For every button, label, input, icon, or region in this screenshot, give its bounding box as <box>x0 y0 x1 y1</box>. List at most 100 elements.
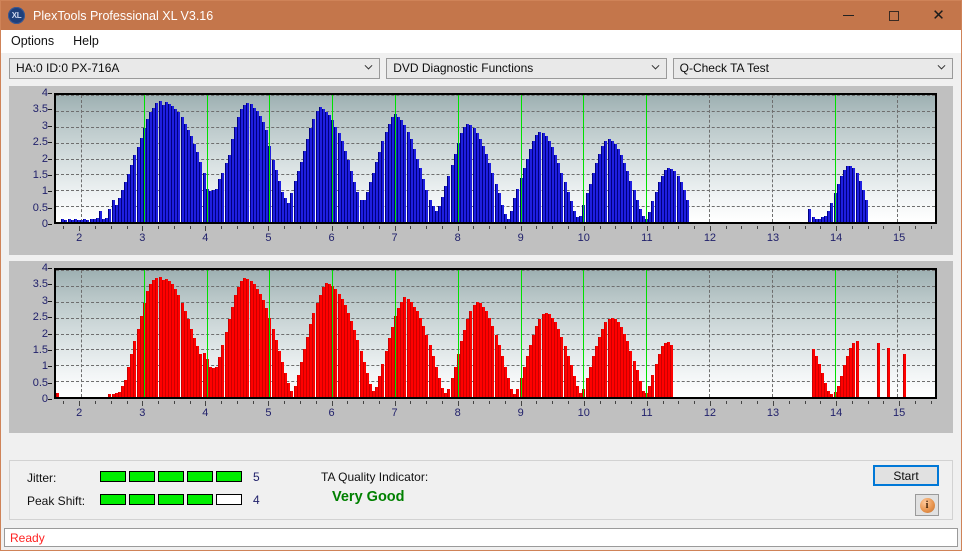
x-axis-tick-minor <box>914 401 916 404</box>
x-axis-tick-minor <box>410 226 412 229</box>
x-axis-tick-minor <box>441 226 443 229</box>
x-axis-tick-minor <box>536 226 538 229</box>
x-axis-tick-minor <box>741 401 743 404</box>
start-button[interactable]: Start <box>873 465 939 486</box>
menu-item-help[interactable]: Help <box>70 32 108 51</box>
x-axis-tick-major <box>268 401 270 406</box>
peak-shift-value: 4 <box>253 493 260 507</box>
x-axis-tick-major <box>205 226 207 231</box>
x-axis-tick-label: 7 <box>391 407 398 419</box>
x-axis-tick-major <box>583 401 585 406</box>
info-button[interactable]: i <box>915 494 939 516</box>
marker-line <box>395 95 397 222</box>
bar-series <box>56 95 935 222</box>
y-axis-tick <box>48 366 52 368</box>
x-axis-tick-minor <box>552 401 554 404</box>
x-axis-tick-major <box>646 226 648 231</box>
x-axis-tick-minor <box>173 401 175 404</box>
x-axis-tick-minor <box>94 226 96 229</box>
window-controls: ✕ <box>826 1 961 30</box>
meter-segment <box>158 471 184 482</box>
x-axis-tick-label: 7 <box>391 232 398 244</box>
status-bar: Ready <box>4 528 958 547</box>
x-axis-tick-minor <box>725 401 727 404</box>
x-axis-tick-minor <box>631 226 633 229</box>
jitter-chart-x-axis: 2 3 4 5 6 7 8 9 10 11 12 13 14 15 <box>54 226 937 250</box>
x-axis-tick-minor <box>757 226 759 229</box>
x-axis-tick-minor <box>615 226 617 229</box>
x-axis-tick-label: 11 <box>641 232 653 244</box>
x-axis-tick-label: 10 <box>577 232 590 244</box>
x-axis-tick-label: 10 <box>577 407 590 419</box>
menu-item-options[interactable]: Options <box>8 32 63 51</box>
bar <box>877 343 881 397</box>
meter-segment <box>158 494 184 505</box>
x-axis-tick-minor <box>126 226 128 229</box>
meter-segment <box>129 494 155 505</box>
test-select-value: Q-Check TA Test <box>679 61 769 75</box>
x-axis-tick-minor <box>63 401 65 404</box>
x-axis-tick-major <box>394 401 396 406</box>
x-axis-tick-label: 13 <box>766 407 780 419</box>
x-axis-tick-label: 14 <box>829 232 843 244</box>
y-axis-tick <box>48 268 52 269</box>
peak-shift-chart-panel: 0 0.5 1 1.5 2 2.5 3 3.5 4 2 3 4 5 6 7 8 9 10 11 12 13 14 15 <box>9 261 953 433</box>
jitter-meter <box>100 471 242 482</box>
y-axis-tick <box>48 93 52 94</box>
marker-line <box>332 270 334 397</box>
title-bar: XL PlexTools Professional XL V3.16 ✕ <box>1 1 961 30</box>
bar <box>902 354 906 397</box>
x-axis-tick-minor <box>930 226 932 229</box>
bar-series <box>56 270 935 397</box>
y-axis-tick-label: 3.5 <box>32 103 48 116</box>
x-axis-tick-minor <box>568 401 570 404</box>
x-axis-tick-minor <box>252 226 254 229</box>
x-axis-tick-minor <box>552 226 554 229</box>
x-axis-tick-label: 2 <box>76 232 83 244</box>
x-axis-tick-minor <box>489 401 491 404</box>
function-select-value: DVD Diagnostic Functions <box>393 61 534 75</box>
x-axis-tick-label: 4 <box>202 407 209 419</box>
x-axis-tick-major <box>79 401 81 406</box>
maximize-button[interactable] <box>871 1 916 30</box>
window-title: PlexTools Professional XL V3.16 <box>33 8 214 23</box>
x-axis-tick-minor <box>347 226 349 229</box>
peak-shift-chart-y-axis: 0 0.5 1 1.5 2 2.5 3 3.5 4 <box>9 262 52 405</box>
marker-line <box>143 95 145 222</box>
x-axis-tick-minor <box>363 401 365 404</box>
x-axis-tick-minor <box>173 226 175 229</box>
x-axis-tick-major <box>394 226 396 231</box>
x-axis-tick-minor <box>473 226 475 229</box>
x-axis-tick-label: 8 <box>454 232 461 244</box>
bar <box>886 347 890 397</box>
close-button[interactable]: ✕ <box>916 1 961 30</box>
y-axis-tick-label: 0.5 <box>32 376 48 389</box>
bar <box>864 199 868 222</box>
x-axis-tick-minor <box>110 226 112 229</box>
bar <box>685 199 689 222</box>
function-select[interactable]: DVD Diagnostic Functions <box>386 57 667 79</box>
x-axis-tick-minor <box>110 401 112 404</box>
minimize-button[interactable] <box>826 1 871 30</box>
x-axis-tick-minor <box>867 226 869 229</box>
x-axis-tick-minor <box>363 226 365 229</box>
x-axis-tick-major <box>520 401 522 406</box>
y-axis-tick <box>48 174 52 176</box>
x-axis-tick-minor <box>599 226 601 229</box>
test-select[interactable]: Q-Check TA Test <box>672 57 954 79</box>
y-axis-tick <box>48 109 52 111</box>
x-axis-tick-minor <box>788 401 790 404</box>
x-axis-tick-minor <box>694 226 696 229</box>
x-axis-tick-minor <box>126 401 128 404</box>
y-axis-tick <box>48 399 52 400</box>
jitter-label: Jitter: <box>27 471 57 485</box>
drive-select[interactable]: HA:0 ID:0 PX-716A <box>9 57 381 79</box>
jitter-value: 5 <box>253 470 260 484</box>
x-axis-tick-minor <box>504 401 506 404</box>
x-axis-tick-minor <box>426 226 428 229</box>
marker-line <box>269 270 271 397</box>
x-axis-tick-label: 9 <box>517 232 524 244</box>
marker-line <box>332 95 334 222</box>
x-axis-tick-label: 14 <box>829 407 843 419</box>
y-axis-tick <box>48 382 52 384</box>
